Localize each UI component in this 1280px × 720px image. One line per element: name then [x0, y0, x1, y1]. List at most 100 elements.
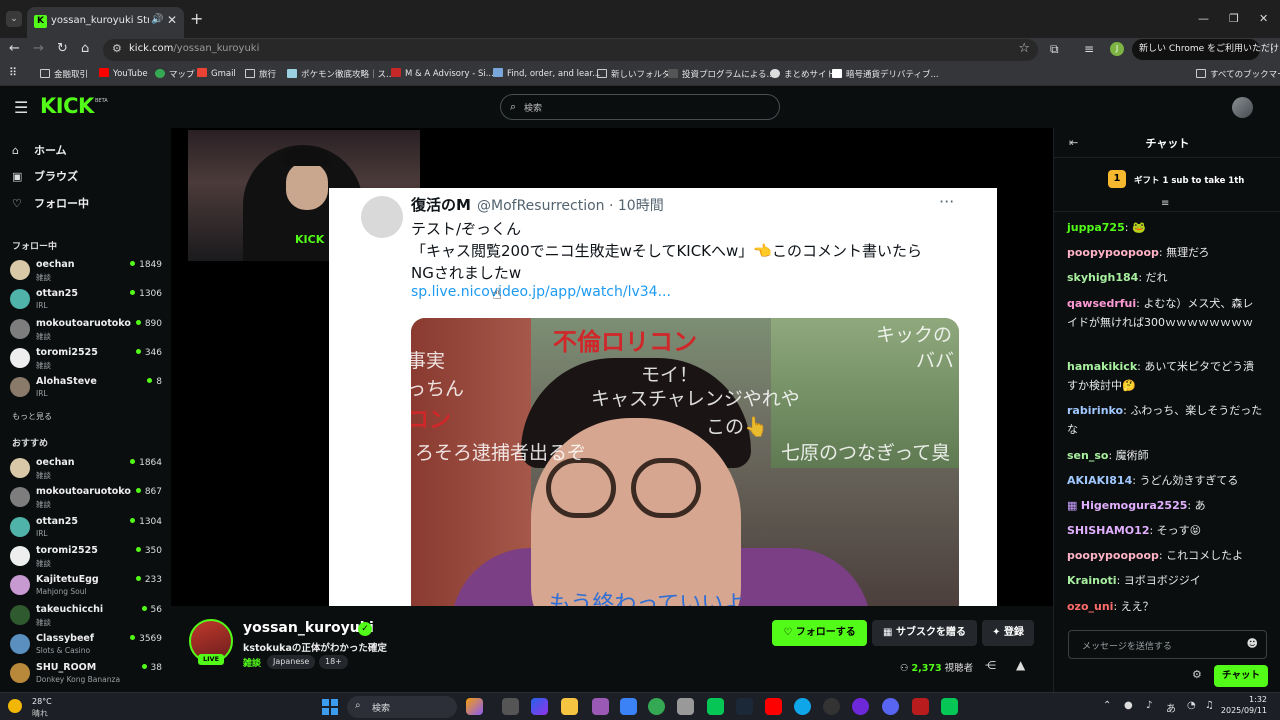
sidebar-item-browse[interactable]: ▣ ブラウズ: [12, 168, 78, 184]
chrome-menu-icon[interactable]: ⋮: [1266, 41, 1278, 55]
sidebar-channel[interactable]: mokoutoaruotoko 雑談 890: [10, 316, 162, 344]
bookmark-star-icon[interactable]: ☆: [1018, 41, 1030, 56]
bookmark-item[interactable]: 暗号通貨デリバティブ...: [832, 68, 939, 80]
report-icon[interactable]: ▲: [1016, 658, 1025, 672]
chat-username[interactable]: ozo_uni: [1067, 600, 1113, 613]
copilot-icon[interactable]: [531, 698, 548, 715]
chat-username[interactable]: qawsedrfui: [1067, 297, 1136, 310]
chat-username[interactable]: sen_so: [1067, 449, 1108, 462]
all-bookmarks[interactable]: すべてのブックマーク: [1196, 68, 1280, 80]
extensions-icon[interactable]: ⧉: [1050, 42, 1059, 57]
bookmark-item[interactable]: 投資プログラムによる...: [668, 68, 775, 80]
sidebar-channel[interactable]: oechan 雑談 1849: [10, 257, 162, 285]
microphone-icon[interactable]: ♪: [1146, 700, 1152, 711]
back-icon[interactable]: ←: [9, 41, 20, 56]
chat-username[interactable]: Higemogura2525: [1081, 499, 1188, 512]
chrome-icon[interactable]: [648, 698, 665, 715]
volume-icon[interactable]: ♫: [1205, 700, 1214, 711]
file-explorer-icon[interactable]: [561, 698, 578, 715]
chat-username[interactable]: rabirinko: [1067, 404, 1123, 417]
window-close-icon[interactable]: ✕: [1259, 12, 1268, 25]
tab-close-icon[interactable]: ✕: [167, 13, 177, 27]
apps-icon[interactable]: ⠿: [9, 66, 17, 79]
line-icon[interactable]: [941, 698, 958, 715]
chrome-update-button[interactable]: 新しい Chrome をご利用いただけます: [1132, 39, 1280, 60]
ime-indicator[interactable]: あ: [1166, 700, 1176, 715]
bookmark-item[interactable]: 旅行: [245, 68, 276, 80]
restore-icon[interactable]: ❐: [1229, 12, 1239, 25]
reload-icon[interactable]: ↻: [57, 41, 68, 56]
steam-icon[interactable]: [736, 698, 753, 715]
gift-leaderboard-text[interactable]: ギフト 1 sub to take 1th: [1134, 174, 1244, 186]
video-player[interactable]: KICK 復活のM @MofResurrection · 10時間 ··· テス…: [171, 128, 1053, 606]
search-input[interactable]: ⌕ 検索: [500, 94, 780, 120]
sidebar-channel[interactable]: oechan 雑談 1864: [10, 455, 162, 483]
sidebar-channel[interactable]: KajitetuEgg Mahjong Soul 233: [10, 572, 162, 600]
subscribe-button[interactable]: ✦ 登録: [982, 620, 1034, 646]
share-icon[interactable]: ⋲: [985, 659, 996, 672]
chat-username[interactable]: AKIAKI814: [1067, 474, 1132, 487]
browser-tab-active[interactable]: K yossan_kuroyuki Stream - W 🔊 ✕: [27, 7, 184, 38]
app-icon[interactable]: [466, 698, 483, 715]
sidebar-channel[interactable]: ottan25 IRL 1304: [10, 514, 162, 542]
emoji-icon[interactable]: ☻: [1247, 637, 1258, 650]
task-view-icon[interactable]: [502, 698, 519, 715]
chat-username[interactable]: hamakikick: [1067, 360, 1137, 373]
bookmark-item[interactable]: M & A Advisory - Si...: [391, 68, 494, 79]
calculator-icon[interactable]: [677, 698, 694, 715]
user-avatar[interactable]: [1232, 97, 1253, 118]
address-bar[interactable]: ⚙ kick.com/yossan_kuroyuki ☆: [103, 39, 1038, 61]
follow-button[interactable]: ♡ フォローする: [772, 620, 867, 646]
bookmark-item[interactable]: Gmail: [197, 68, 236, 79]
bookmark-item[interactable]: Find, order, and lear...: [493, 68, 600, 79]
clock-date[interactable]: 2025/09/11: [1218, 706, 1267, 715]
bookmark-item[interactable]: マップ: [155, 68, 195, 80]
line-icon[interactable]: [707, 698, 724, 715]
sidebar-item-home[interactable]: ⌂ ホーム: [12, 142, 67, 158]
pinned-toggle-icon[interactable]: ≡: [1161, 198, 1169, 209]
start-icon[interactable]: [322, 699, 338, 715]
tag-18plus[interactable]: 18+: [319, 655, 348, 669]
chat-username[interactable]: Krainoti: [1067, 574, 1117, 587]
chat-username[interactable]: skyhigh184: [1067, 271, 1138, 284]
app-icon[interactable]: [823, 698, 840, 715]
youtube-icon[interactable]: [765, 698, 782, 715]
sidebar-channel[interactable]: toromi2525 雑談 346: [10, 345, 162, 373]
sidebar-channel[interactable]: SHU_ROOM Donkey Kong Bananza 38: [10, 660, 162, 688]
app-icon[interactable]: [912, 698, 929, 715]
bookmark-item[interactable]: まとめサイト: [770, 68, 835, 80]
show-more-link[interactable]: もっと見る: [12, 411, 52, 422]
bookmark-item[interactable]: 金融取引: [40, 68, 88, 80]
sidebar-channel[interactable]: ottan25 IRL 1306: [10, 286, 162, 314]
tab-search-icon[interactable]: ⌄: [6, 11, 22, 27]
forward-icon[interactable]: →: [33, 41, 44, 56]
sidebar-channel[interactable]: takeuchicchi 雑談 56: [10, 602, 162, 630]
home-icon[interactable]: ⌂: [81, 41, 89, 56]
kick-logo[interactable]: KICK: [40, 94, 94, 118]
site-info-icon[interactable]: ⚙: [112, 42, 122, 55]
tray-app-icon[interactable]: ●: [1124, 700, 1133, 711]
sidebar-channel[interactable]: AlohaSteve IRL 8: [10, 374, 162, 402]
bookmark-item[interactable]: ポケモン徹底攻略｜ス...: [287, 68, 394, 80]
minimize-icon[interactable]: —: [1198, 12, 1209, 25]
sidebar-item-following[interactable]: ♡ フォロー中: [12, 195, 89, 211]
media-control-icon[interactable]: ≡: [1084, 42, 1094, 56]
send-chat-button[interactable]: チャット: [1214, 665, 1268, 687]
menu-icon[interactable]: ☰: [14, 98, 28, 117]
discord-icon[interactable]: [882, 698, 899, 715]
app-icon[interactable]: [592, 698, 609, 715]
streamer-name[interactable]: yossan_kuroyuki: [243, 620, 374, 636]
bookmark-item[interactable]: 新しいフォルダ: [597, 68, 671, 80]
chat-username[interactable]: poopypoopoop: [1067, 549, 1159, 562]
network-icon[interactable]: ◔: [1187, 700, 1196, 711]
app-icon[interactable]: [852, 698, 869, 715]
tag-japanese[interactable]: Japanese: [267, 655, 316, 669]
sidebar-channel[interactable]: Classybeef Slots & Casino 3569: [10, 631, 162, 659]
bookmark-item[interactable]: YouTube: [99, 68, 148, 79]
edge-icon[interactable]: [794, 698, 811, 715]
tray-chevron-icon[interactable]: ⌃: [1103, 700, 1111, 711]
sidebar-channel[interactable]: toromi2525 雑談 350: [10, 543, 162, 571]
new-tab-icon[interactable]: +: [190, 11, 203, 27]
chat-username[interactable]: poopypoopoop: [1067, 246, 1159, 259]
chat-username[interactable]: SHISHAMO12: [1067, 524, 1149, 537]
